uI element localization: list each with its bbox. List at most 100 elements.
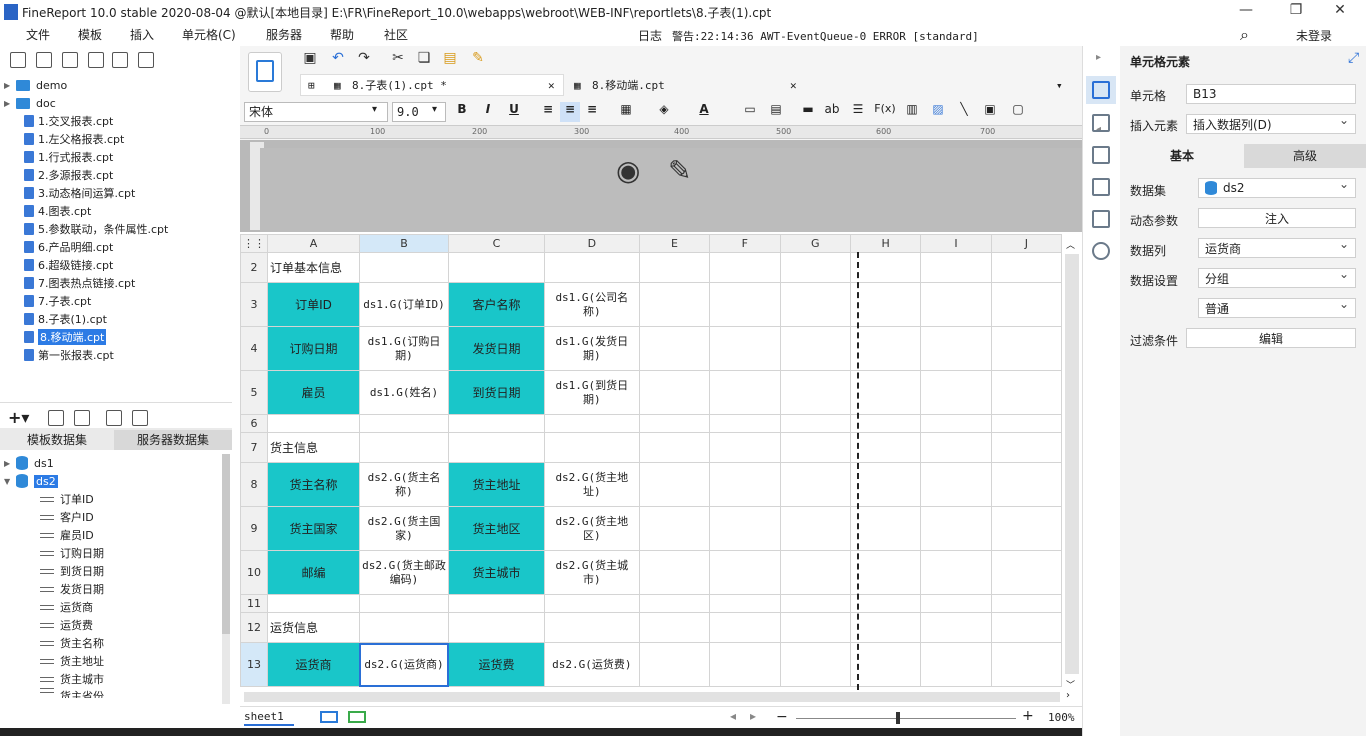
cell-c13[interactable]: 运货费 (448, 642, 545, 687)
cell[interactable] (849, 594, 922, 613)
row-header[interactable]: 5 (240, 370, 268, 415)
cell[interactable] (779, 414, 851, 433)
cell[interactable] (543, 594, 640, 613)
cell[interactable] (448, 252, 545, 283)
cell-d4[interactable]: ds1.G(发货日期) (543, 326, 640, 371)
field-item[interactable]: 订单ID (4, 490, 222, 508)
cell[interactable] (448, 414, 545, 433)
italic-button[interactable]: I (478, 102, 498, 122)
cell[interactable] (638, 506, 711, 551)
text-button[interactable]: ab (822, 102, 842, 122)
cell[interactable] (779, 370, 851, 415)
cell[interactable] (990, 550, 1062, 595)
field-item[interactable]: 发货日期 (4, 580, 222, 598)
align-center-icon[interactable]: ≡ (560, 102, 580, 122)
insert-row-icon[interactable]: ▬ (798, 102, 818, 122)
save-icon[interactable]: ▣ (300, 50, 320, 70)
cell-d13[interactable]: ds2.G(运货费) (543, 642, 640, 687)
search-icon[interactable]: ⌕ (1240, 25, 1249, 45)
cell[interactable] (448, 432, 545, 463)
paste-icon[interactable]: ▤ (440, 50, 460, 70)
column-header[interactable]: A (267, 234, 360, 253)
row-header[interactable]: 4 (240, 326, 268, 371)
menu-template[interactable]: 模板 (78, 26, 102, 43)
insert-element-select[interactable]: 插入数据列(D) (1186, 113, 1356, 134)
cell[interactable] (920, 326, 992, 371)
dataset-settings-icon[interactable] (132, 410, 148, 426)
cell[interactable] (709, 252, 781, 283)
tree-folder-doc[interactable]: ▶ doc (4, 94, 232, 112)
expand-arrow-icon[interactable]: ▶ (4, 99, 14, 108)
vertical-scrollbar[interactable]: ︿ ﹀ (1062, 234, 1082, 691)
cell[interactable] (849, 326, 922, 371)
row-header[interactable]: 9 (240, 506, 268, 551)
cell[interactable] (779, 252, 851, 283)
cell[interactable] (709, 506, 781, 551)
border-icon[interactable]: ▦ (616, 102, 636, 122)
cell[interactable] (920, 282, 992, 327)
tree-file[interactable]: 8.子表(1).cpt (4, 310, 232, 328)
cell-d10[interactable]: ds2.G(货主城市) (543, 550, 640, 595)
cell[interactable] (638, 432, 711, 463)
row-header[interactable]: 7 (240, 432, 268, 463)
row-header[interactable]: 13 (240, 642, 268, 687)
horizontal-scrollbar[interactable]: › (240, 690, 1082, 706)
cell[interactable] (267, 414, 360, 433)
cell[interactable] (920, 252, 992, 283)
row-header[interactable]: 3 (240, 282, 268, 327)
cell[interactable] (990, 642, 1062, 687)
zoom-slider[interactable] (796, 718, 1016, 719)
collapse-arrow-icon[interactable]: ▼ (4, 477, 14, 486)
cell[interactable] (779, 506, 851, 551)
tab-label[interactable]: 8.移动端.cpt (592, 74, 665, 96)
cell[interactable] (849, 252, 922, 283)
cell-b4[interactable]: ds1.G(订购日期) (358, 326, 450, 371)
cell[interactable] (709, 594, 781, 613)
cell[interactable] (358, 612, 450, 643)
scrollbar-thumb[interactable] (222, 454, 230, 634)
cell-c10[interactable]: 货主城市 (448, 550, 545, 595)
formula-button[interactable]: F(x) (874, 102, 896, 122)
add-dataset-button[interactable]: +▾ (8, 408, 29, 427)
cell[interactable] (990, 594, 1062, 613)
cell[interactable] (779, 326, 851, 371)
pin-icon[interactable]: ⤢ (1348, 50, 1359, 66)
cell[interactable] (448, 594, 545, 613)
field-item[interactable]: 雇员ID (4, 526, 222, 544)
column-header[interactable]: I (920, 234, 992, 253)
field-item[interactable]: 运货费 (4, 616, 222, 634)
tab-list-icon[interactable]: ▾ (1056, 74, 1063, 96)
cell[interactable] (990, 282, 1062, 327)
scrollbar-thumb[interactable] (244, 692, 1060, 702)
group-type-select[interactable]: 普通 (1198, 297, 1356, 318)
cell[interactable] (849, 282, 922, 327)
cell[interactable] (709, 550, 781, 595)
cell[interactable] (779, 612, 851, 643)
cell[interactable] (543, 414, 640, 433)
cell-a8[interactable]: 货主名称 (267, 462, 360, 507)
data-column-select[interactable]: 运货商 (1198, 237, 1356, 258)
cell[interactable] (709, 612, 781, 643)
cell-a5[interactable]: 雇员 (267, 370, 360, 415)
expand-arrow-icon[interactable]: ▶ (4, 459, 14, 468)
split-cells-icon[interactable]: ▤ (766, 102, 786, 122)
cell[interactable] (638, 462, 711, 507)
cell[interactable] (638, 326, 711, 371)
tree-file[interactable]: 1.行式报表.cpt (4, 148, 232, 166)
column-header[interactable]: C (448, 234, 545, 253)
new-folder-icon[interactable] (10, 52, 26, 68)
sub-report-icon[interactable]: ▣ (980, 102, 1000, 122)
tree-folder-demo[interactable]: ▶ demo (4, 76, 232, 94)
column-header[interactable]: B (358, 234, 450, 253)
hyperlink-icon[interactable] (1092, 242, 1110, 260)
cell-attribute-icon[interactable] (1092, 114, 1110, 132)
undo-icon[interactable]: ↶ (328, 50, 348, 70)
cell[interactable] (709, 282, 781, 327)
cell-a2[interactable]: 订单基本信息 (267, 252, 360, 283)
condition-attribute-icon[interactable] (1092, 210, 1110, 228)
cell[interactable] (990, 432, 1062, 463)
widget-settings-icon[interactable] (1092, 178, 1110, 196)
collapse-icon[interactable] (138, 52, 154, 68)
menu-server[interactable]: 服务器 (266, 26, 302, 43)
delete-icon[interactable] (112, 52, 128, 68)
